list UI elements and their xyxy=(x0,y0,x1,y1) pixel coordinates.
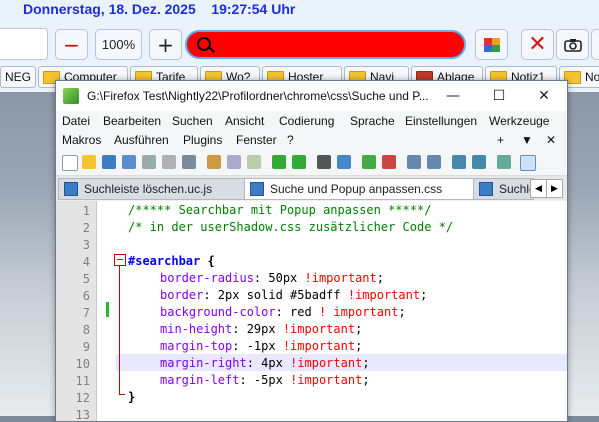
fold-toggle[interactable] xyxy=(114,254,126,266)
tab-scroll-left[interactable]: ◀ xyxy=(530,179,547,198)
fold-end xyxy=(119,394,125,395)
search-icon xyxy=(197,37,211,51)
code-line-1: /***** Searchbar mit Popup anpassen ****… xyxy=(128,203,432,217)
zoom-in-icon[interactable] xyxy=(362,155,376,169)
minimize-button[interactable]: — xyxy=(430,81,476,111)
line-number-gutter: 1 2 3 4 5 6 7 8 9 10 11 12 13 xyxy=(56,201,97,422)
url-bar[interactable] xyxy=(0,28,48,60)
tab-list-button[interactable]: ▼ xyxy=(521,133,533,147)
doc-map-icon[interactable] xyxy=(520,155,536,171)
datetime-display: Donnerstag, 18. Dez. 2025 19:27:54 Uhr xyxy=(23,1,296,17)
code-editor[interactable]: 1 2 3 4 5 6 7 8 9 10 11 12 13 /***** Sea… xyxy=(56,201,567,422)
show-symbols-icon[interactable] xyxy=(472,155,486,169)
menu-makros[interactable]: Makros xyxy=(62,133,101,147)
copy-icon[interactable] xyxy=(227,155,241,169)
close-all-icon[interactable] xyxy=(162,155,176,169)
code-line-4: #searchbar { xyxy=(128,254,215,268)
menu-codierung[interactable]: Codierung xyxy=(279,114,334,128)
saved-icon xyxy=(64,182,78,196)
zoom-out-button[interactable]: − xyxy=(55,29,88,60)
maximize-button[interactable]: ☐ xyxy=(476,81,522,111)
menu-ausfuehren[interactable]: Ausführen xyxy=(114,133,169,147)
close-tab-button[interactable]: ✕ xyxy=(521,29,554,60)
code-line-7: background-color: red ! important; xyxy=(160,305,406,319)
new-file-icon[interactable] xyxy=(62,155,78,171)
tab-suche-popup[interactable]: Suche und Popup anpassen.css xyxy=(244,178,476,200)
code-line-12: } xyxy=(128,390,136,404)
saved-icon xyxy=(479,182,493,196)
sync-scroll-icon[interactable] xyxy=(407,155,421,169)
code-line-8: min-height: 29px !important; xyxy=(160,322,363,336)
code-line-6: border: 2px solid #5badff !important; xyxy=(160,288,428,302)
tab-suchle[interactable]: Suchle xyxy=(473,178,534,200)
save-all-icon[interactable] xyxy=(122,155,136,169)
print-icon[interactable] xyxy=(182,155,196,169)
overflow-button[interactable] xyxy=(591,29,599,60)
code-line-10: margin-right: 4px !important; xyxy=(160,356,370,370)
fold-line xyxy=(119,266,120,394)
editor-toolbar xyxy=(56,151,567,176)
menu-plugins[interactable]: Plugins xyxy=(183,133,222,147)
code-line-5: border-radius: 50px !important; xyxy=(160,271,384,285)
zoom-out-icon[interactable] xyxy=(382,155,396,169)
undo-icon[interactable] xyxy=(272,155,286,169)
puzzle-icon xyxy=(483,37,500,52)
menu-werkzeuge[interactable]: Werkzeuge xyxy=(489,114,549,128)
menu-bearbeiten[interactable]: Bearbeiten xyxy=(103,114,161,128)
sync-h-icon[interactable] xyxy=(427,155,441,169)
notepadpp-window: G:\Firefox Test\Nightly22\Profilordner\c… xyxy=(55,80,568,422)
saved-icon xyxy=(250,182,264,196)
bookmark-neg[interactable]: NEG xyxy=(0,66,36,88)
menu-einstellungen[interactable]: Einstellungen xyxy=(405,114,477,128)
menu-datei[interactable]: Datei xyxy=(62,114,90,128)
tab-scroll-right[interactable]: ▶ xyxy=(546,179,563,198)
menu-ansicht[interactable]: Ansicht xyxy=(225,114,264,128)
save-icon[interactable] xyxy=(102,155,116,169)
redo-icon[interactable] xyxy=(292,155,306,169)
window-close-button[interactable]: ✕ xyxy=(521,81,567,111)
screenshot-button[interactable] xyxy=(556,29,589,60)
indent-guide-icon[interactable] xyxy=(497,155,511,169)
extension-button[interactable] xyxy=(475,29,508,60)
replace-icon[interactable] xyxy=(337,155,351,169)
zoom-reset-button[interactable]: 100% xyxy=(95,29,142,60)
zoom-in-button[interactable]: + xyxy=(149,29,182,60)
menu-bar: Datei Bearbeiten Suchen Ansicht Codierun… xyxy=(56,111,567,151)
close-icon: ✕ xyxy=(528,32,547,57)
tab-suchleiste[interactable]: Suchleiste löschen.uc.js xyxy=(58,178,247,200)
cut-icon[interactable] xyxy=(207,155,221,169)
tab-bar: Suchleiste löschen.uc.js Suche und Popup… xyxy=(56,176,567,200)
camera-icon xyxy=(563,38,582,52)
close-doc-button[interactable]: ✕ xyxy=(546,133,556,147)
find-icon[interactable] xyxy=(317,155,331,169)
window-title: G:\Firefox Test\Nightly22\Profilordner\c… xyxy=(87,89,429,103)
code-line-11: margin-left: -5px !important; xyxy=(160,373,370,387)
open-folder-icon[interactable] xyxy=(82,155,96,169)
menu-fenster[interactable]: Fenster xyxy=(236,133,277,147)
search-bar[interactable] xyxy=(185,30,466,59)
menu-help[interactable]: ? xyxy=(287,133,294,147)
code-line-2: /* in der userShadow.css zusätzlicher Co… xyxy=(128,220,454,234)
change-marker xyxy=(106,302,109,317)
close-file-icon[interactable] xyxy=(142,155,156,169)
title-bar[interactable]: G:\Firefox Test\Nightly22\Profilordner\c… xyxy=(56,81,567,111)
code-line-9: margin-top: -1px !important; xyxy=(160,339,363,353)
menu-sprache[interactable]: Sprache xyxy=(350,114,395,128)
paste-icon[interactable] xyxy=(247,155,261,169)
add-tab-button[interactable]: + xyxy=(497,133,504,147)
menu-suchen[interactable]: Suchen xyxy=(172,114,213,128)
word-wrap-icon[interactable] xyxy=(452,155,466,169)
notepadpp-logo-icon xyxy=(63,88,79,104)
